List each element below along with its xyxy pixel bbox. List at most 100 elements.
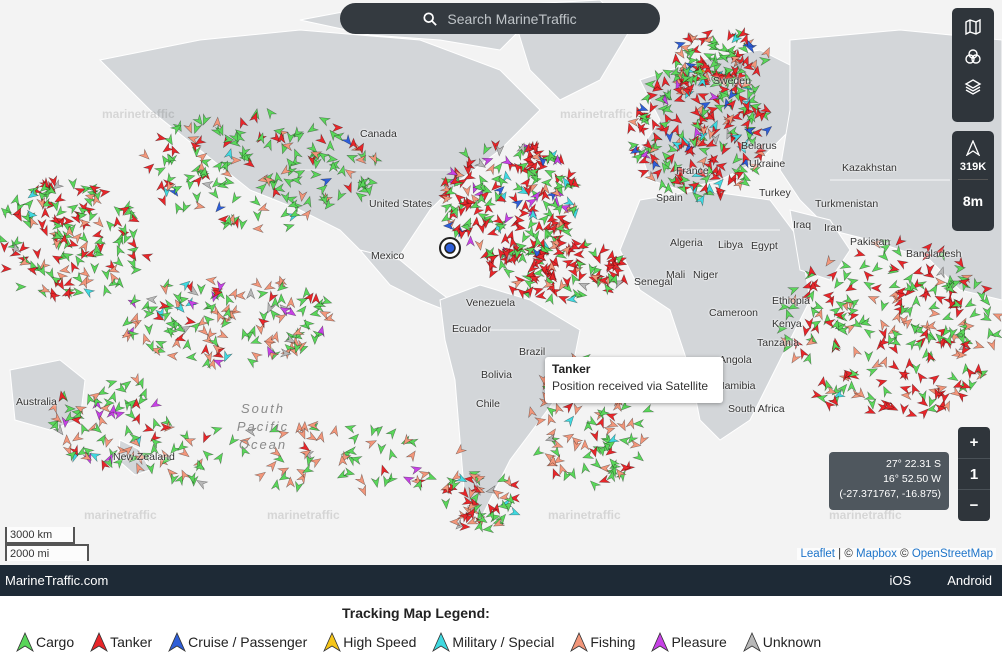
place-label-turkmenistan: Turkmenistan	[815, 198, 879, 210]
place-label-cameroon: Cameroon	[709, 307, 759, 319]
legend-label: Military / Special	[452, 634, 555, 650]
legend-item-tanker: Tanker	[90, 632, 152, 652]
legend-label: Cargo	[36, 634, 75, 650]
place-label-libya: Libya	[718, 239, 744, 251]
place-label-brazil: Brazil	[519, 346, 546, 358]
passenger-arrow-icon	[168, 632, 187, 652]
watermark: marinetraffic	[829, 508, 902, 522]
legend-item-cruise-passenger: Cruise / Passenger	[168, 632, 307, 652]
legend-item-pleasure: Pleasure	[651, 632, 727, 652]
watermark: marinetraffic	[84, 508, 157, 522]
filters-button[interactable]	[956, 42, 990, 72]
place-label-australia: Australia	[16, 396, 57, 408]
place-label-egypt: Egypt	[751, 240, 778, 252]
legend-label: Pleasure	[671, 634, 727, 650]
scale-mi: 2000 mi	[5, 544, 89, 561]
scale-bar: 3000 km 2000 mi	[5, 527, 89, 561]
footer-bar: MarineTraffic.com iOS Android	[0, 565, 1002, 596]
legend-item-fishing: Fishing	[570, 632, 635, 652]
legend-item-unknown: Unknown	[742, 632, 822, 652]
footer-brand[interactable]: MarineTraffic.com	[5, 573, 890, 588]
coords-decimal: (-27.371767, -16.875)	[839, 488, 941, 500]
military-arrow-icon	[432, 632, 451, 652]
legend-label: Unknown	[762, 634, 822, 650]
selected-vessel-marker[interactable]	[439, 237, 461, 259]
legend-item-high-speed: High Speed	[323, 632, 416, 652]
tooltip-title: Tanker	[552, 362, 591, 376]
vessel-count: 319K	[959, 161, 987, 173]
attribution-separator: ©	[896, 548, 912, 560]
time-filter-button[interactable]: 8m	[956, 186, 990, 216]
tooltip-body: Position received via Satellite	[552, 379, 709, 393]
leaflet-link[interactable]: Leaflet	[800, 548, 835, 560]
cargo-arrow-icon	[16, 632, 34, 652]
place-label-turkey: Turkey	[759, 187, 791, 199]
place-label-ecuador: Ecuador	[452, 323, 492, 335]
place-label-iran: Iran	[824, 222, 843, 234]
zoom-level: 1	[958, 459, 990, 491]
watermark: marinetraffic	[267, 508, 340, 522]
place-label-south-africa: South Africa	[728, 403, 785, 415]
high-speed-arrow-icon	[323, 632, 342, 652]
map-style-button[interactable]	[956, 12, 990, 42]
place-label-niger: Niger	[693, 269, 719, 281]
place-label-bolivia: Bolivia	[481, 369, 512, 381]
legend-label: High Speed	[343, 634, 417, 650]
place-label-angola: Angola	[719, 354, 752, 366]
place-label-venezuela: Venezuela	[466, 297, 516, 309]
place-label-ethiopia: Ethiopia	[772, 295, 810, 307]
search-placeholder: Search MarineTraffic	[447, 10, 577, 27]
zoom-in-button[interactable]: +	[958, 427, 990, 459]
search-bar[interactable]: Search MarineTraffic	[340, 3, 660, 34]
coords-latitude: 27° 22.31 S	[886, 458, 941, 470]
coords-longitude: 16° 52.50 W	[883, 473, 941, 485]
place-label-france: France	[676, 165, 709, 177]
zoom-out-button[interactable]: −	[958, 490, 990, 521]
navigation-arrow-icon	[965, 140, 981, 156]
ios-app-link[interactable]: iOS	[890, 573, 912, 588]
map-icon	[965, 18, 981, 36]
legend-label: Cruise / Passenger	[188, 634, 308, 650]
watermark: marinetraffic	[548, 508, 621, 522]
vessel-tooltip: Tanker Position received via Satellite	[545, 357, 723, 403]
place-label-chile: Chile	[476, 398, 500, 410]
zoom-control: + 1 −	[958, 427, 990, 521]
mapbox-link[interactable]: Mapbox	[856, 548, 897, 560]
place-label-new-zealand: New Zealand	[113, 451, 175, 463]
navigation-button[interactable]	[956, 135, 990, 161]
legend-label: Tanker	[110, 634, 153, 650]
ocean-label-south-pacific: South Pacific Ocean	[236, 401, 290, 452]
pleasure-arrow-icon	[651, 632, 670, 652]
legend-title: Tracking Map Legend:	[342, 605, 490, 621]
place-label-algeria: Algeria	[670, 237, 703, 249]
vessel-stats-toolbar: 319K 8m	[952, 131, 994, 231]
place-label-belarus: Belarus	[741, 140, 777, 152]
place-label-pakistan: Pakistan	[850, 236, 891, 248]
tanker-arrow-icon	[90, 632, 109, 652]
place-label-spain: Spain	[656, 192, 683, 204]
legend-label: Fishing	[590, 634, 636, 650]
place-label-sweden: Sweden	[713, 75, 751, 87]
legend-item-cargo: Cargo	[16, 632, 74, 652]
attribution-separator: | ©	[834, 548, 857, 560]
map-layers-toolbar	[952, 8, 994, 122]
layers-button[interactable]	[956, 72, 990, 102]
map-attribution: Leaflet | © Mapbox © OpenStreetMap	[797, 548, 996, 560]
place-label-canada: Canada	[360, 128, 397, 140]
place-label-kazakhstan: Kazakhstan	[842, 162, 897, 174]
watermark: marinetraffic	[560, 107, 633, 121]
filters-icon	[965, 49, 981, 64]
place-label-ukraine: Ukraine	[749, 158, 786, 170]
layers-icon	[964, 79, 982, 95]
scale-km: 3000 km	[5, 527, 75, 544]
openstreetmap-link[interactable]: OpenStreetMap	[912, 548, 993, 560]
place-label-senegal: Senegal	[634, 276, 673, 288]
place-label-kenya: Kenya	[772, 318, 802, 330]
place-label-bangladesh: Bangladesh	[906, 248, 962, 260]
android-app-link[interactable]: Android	[947, 573, 992, 588]
place-label-mexico: Mexico	[371, 250, 405, 262]
tracking-map[interactable]: Canada United States Mexico Venezuela Ec…	[0, 0, 1002, 565]
place-label-tanzania: Tanzania	[757, 337, 800, 349]
tracking-map-legend: Tracking Map Legend: Cargo Tanker Cruise…	[0, 596, 1002, 656]
cursor-coordinates: 27° 22.31 S 16° 52.50 W (-27.371767, -16…	[829, 452, 949, 510]
